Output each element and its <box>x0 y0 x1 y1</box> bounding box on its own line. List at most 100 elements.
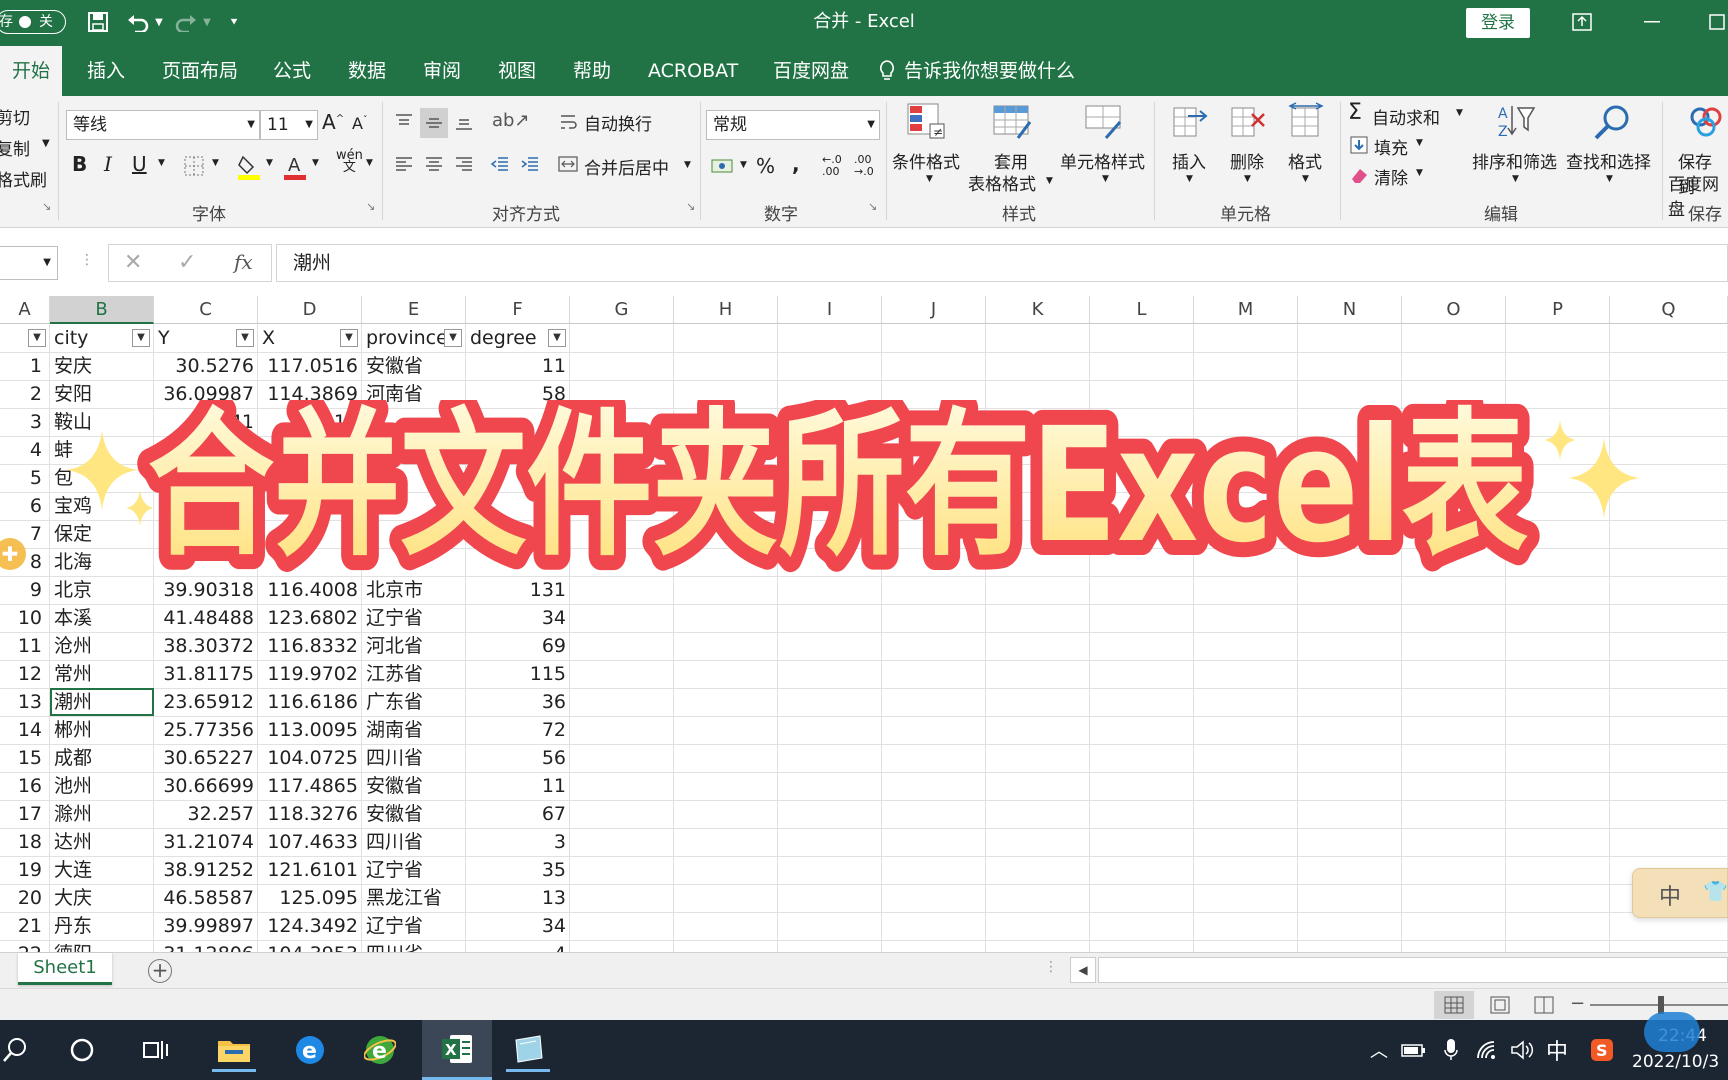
cell-province[interactable]: 湖南省 <box>362 716 466 744</box>
cell-y[interactable]: 31.81175 <box>154 660 258 688</box>
cell-degree[interactable]: 35 <box>466 856 570 884</box>
cell-city[interactable]: 北京 <box>50 576 154 604</box>
notes-app-icon[interactable] <box>506 1028 550 1072</box>
cell-province[interactable]: 北京市 <box>362 576 466 604</box>
find-dropdown-icon[interactable]: ▼ <box>1606 174 1613 184</box>
cell-city[interactable]: 大庆 <box>50 884 154 912</box>
cell-province[interactable]: 辽宁省 <box>362 604 466 632</box>
cell-x[interactable]: 124.3492 <box>258 912 362 940</box>
fill-color-icon[interactable] <box>236 152 262 182</box>
cell-x[interactable]: 116.8332 <box>258 632 362 660</box>
column-header-k[interactable]: K <box>986 296 1090 324</box>
sogou-ime-icon[interactable]: S <box>1588 1036 1616 1064</box>
add-sheet-icon[interactable]: + <box>148 959 172 983</box>
cell-city[interactable]: 成都 <box>50 744 154 772</box>
font-size-select[interactable]: 11 ▼ <box>260 110 318 140</box>
show-hidden-icons[interactable]: ︿ <box>1366 1036 1392 1064</box>
cell-y[interactable]: 30.5276 <box>154 352 258 380</box>
wifi-icon[interactable] <box>1474 1036 1502 1064</box>
minimize-icon[interactable] <box>1640 10 1664 34</box>
cell-x[interactable]: 117.0516 <box>258 352 362 380</box>
column-header-a[interactable]: A <box>0 296 50 324</box>
column-header-m[interactable]: M <box>1194 296 1298 324</box>
insert-dropdown-icon[interactable]: ▼ <box>1186 174 1193 184</box>
battery-icon[interactable] <box>1400 1036 1428 1064</box>
tab-view[interactable]: 视图 <box>498 46 536 96</box>
cell-city[interactable]: 郴州 <box>50 716 154 744</box>
clipboard-launcher-icon[interactable]: ↘ <box>42 200 51 213</box>
cell-city[interactable]: 大连 <box>50 856 154 884</box>
conditional-formatting-button[interactable]: 条件格式 <box>892 148 960 173</box>
increase-font-icon[interactable]: A^ <box>322 110 344 134</box>
cell-x[interactable]: 118.3276 <box>258 800 362 828</box>
cell-x[interactable]: 113.0095 <box>258 716 362 744</box>
horizontal-scrollbar[interactable] <box>1098 957 1728 983</box>
font-color-dropdown-icon[interactable]: ▼ <box>312 158 319 168</box>
column-header-b[interactable]: B <box>50 296 154 324</box>
cell-x[interactable]: 117.4865 <box>258 772 362 800</box>
decrease-font-icon[interactable]: Aˇ <box>352 114 367 133</box>
normal-view-icon[interactable] <box>1434 991 1474 1019</box>
cell-province[interactable]: 辽宁省 <box>362 856 466 884</box>
tab-review[interactable]: 审阅 <box>423 46 461 96</box>
cell-degree[interactable]: 4 <box>466 940 570 952</box>
copy-button[interactable]: 复制 <box>0 135 30 160</box>
enter-icon[interactable]: ✓ <box>178 250 196 275</box>
cancel-icon[interactable]: ✕ <box>124 250 142 275</box>
cell-city[interactable]: 本溪 <box>50 604 154 632</box>
sort-dropdown-icon[interactable]: ▼ <box>1512 174 1519 184</box>
cell-city[interactable]: 丹东 <box>50 912 154 940</box>
autosum-button[interactable]: 自动求和 <box>1372 104 1440 129</box>
save-icon[interactable] <box>86 10 110 34</box>
zoom-out-icon[interactable]: − <box>1570 993 1585 1014</box>
microphone-icon[interactable] <box>1438 1036 1464 1064</box>
input-method-indicator[interactable]: 中 <box>1546 1034 1568 1066</box>
column-header-e[interactable]: E <box>362 296 466 324</box>
delete-dropdown-icon[interactable]: ▼ <box>1244 174 1251 184</box>
cell-province[interactable]: 安徽省 <box>362 772 466 800</box>
cell-y[interactable]: 39.99897 <box>154 912 258 940</box>
tab-baidu-netdisk[interactable]: 百度网盘 <box>773 46 849 96</box>
align-middle-icon[interactable] <box>420 108 448 138</box>
column-header-d[interactable]: D <box>258 296 362 324</box>
filter-dropdown-icon[interactable]: ▼ <box>548 329 566 347</box>
cell-y[interactable]: 46.58587 <box>154 884 258 912</box>
borders-icon[interactable] <box>182 154 206 178</box>
cell-y[interactable]: 38.91252 <box>154 856 258 884</box>
autosum-dropdown-icon[interactable]: ▼ <box>1456 108 1463 118</box>
cell-city[interactable]: 达州 <box>50 828 154 856</box>
font-color-icon[interactable]: A <box>282 152 308 182</box>
font-launcher-icon[interactable]: ↘ <box>366 200 375 213</box>
cell-y[interactable]: 41.48488 <box>154 604 258 632</box>
cell-province[interactable]: 广东省 <box>362 688 466 716</box>
cell-city[interactable]: 常州 <box>50 660 154 688</box>
cell-y[interactable]: 31.12806 <box>154 940 258 952</box>
header-y[interactable]: Y <box>154 324 234 352</box>
login-button[interactable]: 登录 <box>1466 8 1530 38</box>
search-icon[interactable] <box>0 1034 30 1066</box>
clear-button[interactable]: 清除 <box>1374 164 1408 189</box>
cell-degree[interactable]: 3 <box>466 828 570 856</box>
excel-taskbar-icon[interactable]: X <box>422 1020 492 1080</box>
alignment-launcher-icon[interactable]: ↘ <box>686 200 695 213</box>
notification-badge[interactable] <box>1644 1012 1700 1052</box>
cell-degree[interactable]: 13 <box>466 884 570 912</box>
redo-icon[interactable] <box>172 10 200 34</box>
insert-function-icon[interactable]: fx <box>234 250 253 274</box>
percent-icon[interactable]: % <box>756 154 775 178</box>
cell-degree[interactable]: 36 <box>466 688 570 716</box>
cell-province[interactable]: 安徽省 <box>362 352 466 380</box>
cell-y[interactable]: 39.90318 <box>154 576 258 604</box>
page-layout-view-icon[interactable] <box>1482 991 1518 1019</box>
copy-dropdown-icon[interactable]: ▼ <box>42 138 50 149</box>
header-degree[interactable]: degree <box>466 324 546 352</box>
cell-degree[interactable]: 69 <box>466 632 570 660</box>
column-header-p[interactable]: P <box>1506 296 1610 324</box>
autosave-toggle[interactable]: 存 关 <box>0 10 66 34</box>
edge-browser-icon[interactable]: e <box>288 1028 332 1072</box>
number-format-select[interactable]: 常规 ▼ <box>706 110 880 140</box>
filter-dropdown-icon[interactable]: ▼ <box>444 329 462 347</box>
column-header-j[interactable]: J <box>882 296 986 324</box>
fill-dropdown-icon[interactable]: ▼ <box>1416 138 1423 148</box>
fill-button[interactable]: 填充 <box>1374 134 1408 159</box>
